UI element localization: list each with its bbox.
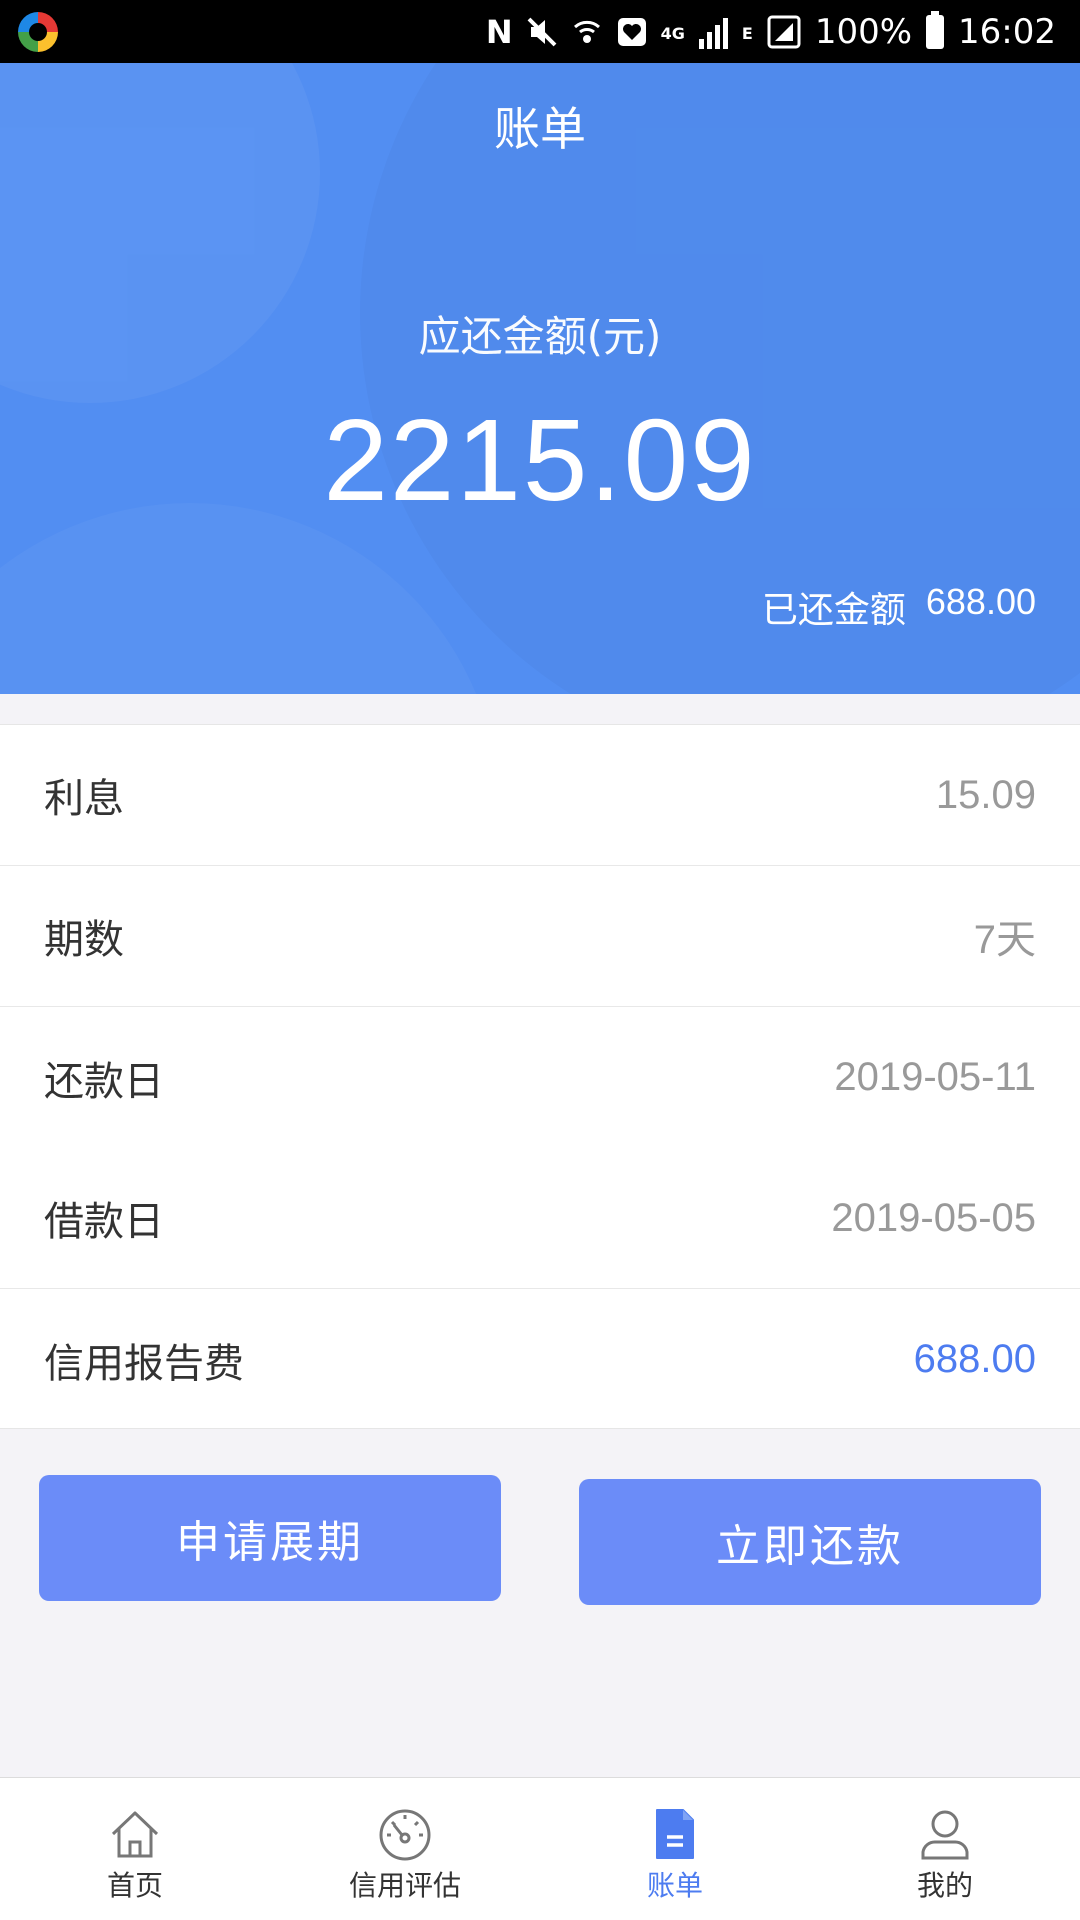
nav-item-mine[interactable]: 我的	[810, 1778, 1080, 1920]
clock: 16:02	[958, 11, 1056, 52]
bill-details: 利息 15.09 期数 7天 还款日 2019-05-11 借款日 2019-0…	[0, 724, 1080, 1429]
apply-extension-button[interactable]: 申请展期	[39, 1475, 501, 1601]
app-logo-icon	[18, 11, 58, 52]
detail-label: 利息	[44, 776, 124, 822]
detail-value: 7天	[973, 918, 1036, 962]
detail-label: 信用报告费	[44, 1340, 244, 1387]
network-type-4g: 4G	[660, 24, 685, 43]
detail-label: 还款日	[44, 1058, 164, 1105]
battery-percent: 100%	[814, 11, 913, 52]
user-icon	[921, 1810, 969, 1860]
wifi-hotspot-icon	[571, 12, 603, 52]
detail-value[interactable]: 688.00	[914, 1337, 1036, 1382]
repay-now-button[interactable]: 立即还款	[579, 1479, 1041, 1605]
status-bar: N 4G E 100% 16:02	[0, 0, 1080, 63]
detail-row-loan-date: 借款日 2019-05-05	[0, 1148, 1080, 1289]
bill-header: 账单 应还金额(元) 2215.09 已还金额 688.00	[0, 63, 1080, 694]
paid-amount: 已还金额 688.00	[762, 581, 1036, 633]
battery-icon	[926, 10, 945, 49]
nav-label: 账单	[646, 1869, 703, 1902]
detail-value: 15.09	[935, 772, 1036, 817]
nav-item-bill[interactable]: 账单	[540, 1778, 810, 1920]
home-icon	[111, 1811, 159, 1858]
nav-label: 首页	[106, 1869, 163, 1902]
amount-due-label: 应还金额(元)	[418, 312, 662, 361]
nav-label: 信用评估	[348, 1869, 461, 1902]
nav-label: 我的	[916, 1869, 973, 1902]
paid-amount-label: 已还金额	[761, 590, 906, 631]
detail-row-interest: 利息 15.09	[0, 725, 1080, 866]
detail-row-term: 期数 7天	[0, 866, 1080, 1007]
nav-item-credit-assessment[interactable]: 信用评估	[270, 1778, 540, 1920]
paid-amount-value: 688.00	[925, 581, 1036, 622]
bottom-nav: 首页 信用评估 账单 我的	[0, 1777, 1080, 1920]
heart-box-icon	[617, 12, 647, 52]
network-type-e: E	[741, 24, 753, 43]
nav-item-home[interactable]: 首页	[0, 1778, 270, 1920]
signal-box-icon	[767, 12, 801, 52]
page-title: 账单	[494, 102, 586, 156]
gauge-icon	[379, 1809, 431, 1861]
signal-icon	[698, 15, 728, 49]
detail-value: 2019-05-11	[834, 1055, 1036, 1099]
detail-label: 期数	[44, 917, 124, 963]
bill-icon	[656, 1809, 694, 1859]
nfc-icon: N	[485, 12, 513, 51]
amount-due-value: 2215.09	[323, 395, 757, 525]
detail-row-due-date: 还款日 2019-05-11	[0, 1007, 1080, 1148]
detail-label: 借款日	[44, 1199, 164, 1245]
mute-icon	[527, 12, 557, 52]
detail-row-credit-report-fee[interactable]: 信用报告费 688.00	[0, 1289, 1080, 1430]
detail-value: 2019-05-05	[831, 1195, 1036, 1240]
